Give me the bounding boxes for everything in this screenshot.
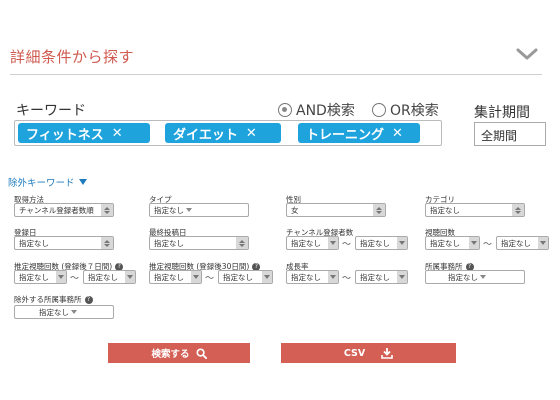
category-select[interactable]: 指定なし <box>425 203 525 217</box>
sort-value: チャンネル登録者数順 <box>19 205 94 215</box>
range-separator: 〜 <box>342 240 352 250</box>
exclude-keyword-label: 除外キーワード <box>8 178 75 189</box>
keyword-tag-label: トレーニング <box>306 127 385 143</box>
exclude-agency-label: 除外する所属事務所 ? <box>14 294 93 305</box>
category-value: 指定なし <box>430 205 460 215</box>
range-separator: 〜 <box>70 274 80 284</box>
keyword-tag[interactable]: フィットネス ✕ <box>18 123 150 143</box>
subscribers-from-value: 指定なし <box>291 238 321 248</box>
divider <box>10 74 542 75</box>
caret-down-icon <box>262 271 272 283</box>
or-search-label: OR検索 <box>390 103 439 119</box>
search-button-label: 検索する <box>151 349 190 360</box>
est-views-30-from-select[interactable]: 指定なし <box>149 270 202 284</box>
registered-select[interactable]: 指定なし <box>14 236 114 250</box>
remove-tag-icon[interactable]: ✕ <box>246 126 257 141</box>
keyword-tag-label: ダイエット <box>173 127 238 143</box>
caret-down-icon <box>397 237 407 249</box>
gender-value: 女 <box>291 205 299 215</box>
agency-value: 指定なし <box>448 272 478 282</box>
type-value: 指定なし <box>154 205 184 215</box>
growth-from-value: 指定なし <box>291 272 321 282</box>
gender-select[interactable]: 女 <box>286 203 386 217</box>
subscribers-from-select[interactable]: 指定なし <box>286 236 339 250</box>
est-views-30-to-value: 指定なし <box>223 272 253 282</box>
caret-down-icon <box>186 208 192 212</box>
caret-down-icon <box>125 271 135 283</box>
subscribers-to-select[interactable]: 指定なし <box>355 236 408 250</box>
last-post-select[interactable]: 指定なし <box>149 236 249 250</box>
growth-to-value: 指定なし <box>360 272 390 282</box>
radio-unselected-icon <box>372 103 386 117</box>
radio-selected-icon <box>278 103 292 117</box>
help-icon[interactable]: ? <box>84 295 93 304</box>
exclude-agency-value: 指定なし <box>39 307 69 317</box>
period-label: 集計期間 <box>474 105 530 121</box>
search-button[interactable]: 検索する <box>108 343 250 363</box>
spinner-icon <box>101 204 113 216</box>
chevron-down-icon[interactable] <box>516 46 538 62</box>
views-from-value: 指定なし <box>430 238 460 248</box>
range-separator: 〜 <box>205 274 215 284</box>
or-search-radio[interactable]: OR検索 <box>372 100 439 120</box>
caret-down-icon <box>469 237 479 249</box>
type-select[interactable]: 指定なし <box>149 203 249 217</box>
remove-tag-icon[interactable]: ✕ <box>112 126 123 141</box>
est-views-30-to-select[interactable]: 指定なし <box>218 270 273 284</box>
caret-down-icon <box>480 275 486 279</box>
section-title: 詳細条件から探す <box>10 48 135 66</box>
registered-value: 指定なし <box>19 238 49 248</box>
spinner-icon <box>512 204 524 216</box>
spinner-icon <box>101 237 113 249</box>
remove-tag-icon[interactable]: ✕ <box>392 126 403 141</box>
spinner-icon <box>236 237 248 249</box>
exclude-agency-select[interactable]: 指定なし <box>14 305 114 319</box>
range-separator: 〜 <box>483 240 493 250</box>
and-search-radio[interactable]: AND検索 <box>278 100 355 120</box>
agency-select[interactable]: 指定なし <box>425 270 525 284</box>
keyword-tag[interactable]: ダイエット ✕ <box>165 123 281 143</box>
caret-down-icon <box>328 237 338 249</box>
keyword-label: キーワード <box>16 103 86 119</box>
growth-from-select[interactable]: 指定なし <box>286 270 339 284</box>
growth-to-select[interactable]: 指定なし <box>355 270 408 284</box>
download-icon <box>381 348 393 359</box>
views-to-select[interactable]: 指定なし <box>496 236 549 250</box>
and-search-label: AND検索 <box>296 103 355 119</box>
caret-down-icon <box>328 271 338 283</box>
keyword-tag-label: フィットネス <box>26 127 104 143</box>
triangle-down-icon <box>78 179 87 185</box>
est-views-7-to-select[interactable]: 指定なし <box>83 270 136 284</box>
est-views-7-to-value: 指定なし <box>88 272 118 282</box>
subscribers-to-value: 指定なし <box>360 238 390 248</box>
caret-down-icon <box>538 237 548 249</box>
keyword-tag[interactable]: トレーニング ✕ <box>298 123 420 143</box>
est-views-7-from-select[interactable]: 指定なし <box>14 270 67 284</box>
caret-down-icon <box>56 271 66 283</box>
views-to-value: 指定なし <box>501 238 531 248</box>
range-separator: 〜 <box>342 274 352 284</box>
est-views-7-from-value: 指定なし <box>19 272 49 282</box>
spinner-icon <box>373 204 385 216</box>
views-from-select[interactable]: 指定なし <box>425 236 480 250</box>
caret-down-icon <box>191 271 201 283</box>
exclude-agency-text: 除外する所属事務所 <box>14 295 82 304</box>
caret-down-icon <box>397 271 407 283</box>
last-post-value: 指定なし <box>154 238 184 248</box>
caret-down-icon <box>71 310 77 314</box>
exclude-keyword-toggle[interactable]: 除外キーワード <box>8 175 87 189</box>
csv-download-button[interactable]: CSV <box>281 343 456 363</box>
est-views-30-from-value: 指定なし <box>154 272 184 282</box>
csv-button-label: CSV <box>343 347 366 359</box>
sort-select[interactable]: チャンネル登録者数順 <box>14 203 114 217</box>
search-icon <box>195 347 207 359</box>
period-select[interactable]: 全期間 <box>474 122 546 146</box>
